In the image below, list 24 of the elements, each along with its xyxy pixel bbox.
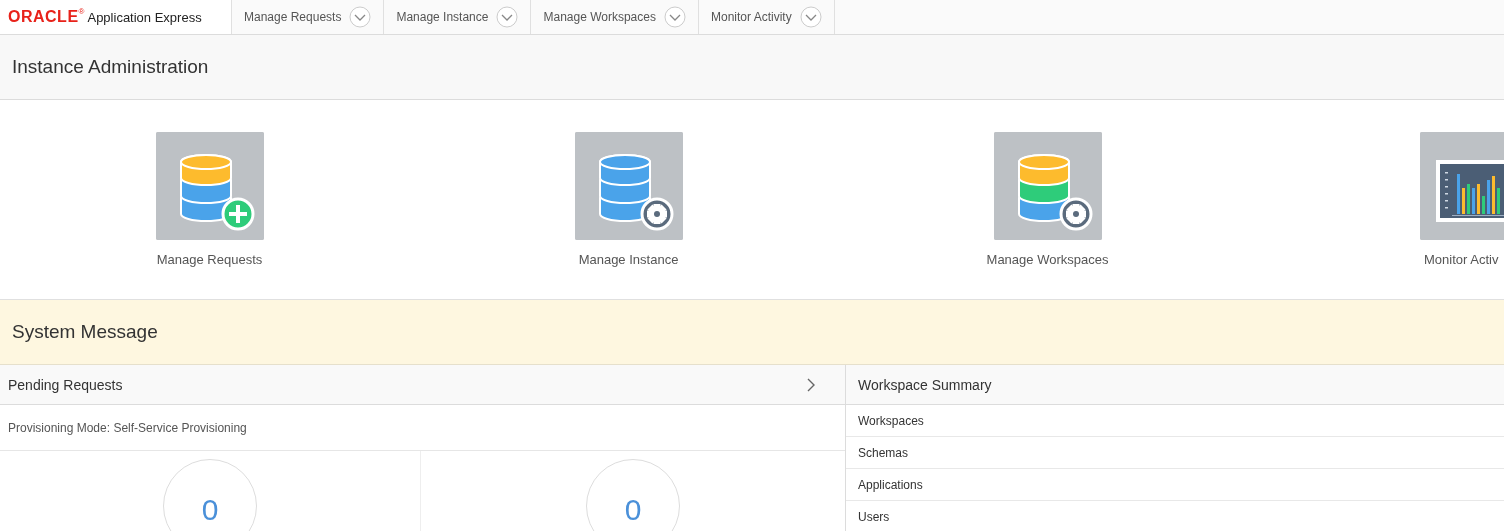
summary-row[interactable]: Schemas bbox=[846, 437, 1504, 469]
nav-menu-item[interactable]: Manage Instance bbox=[384, 0, 532, 34]
tile-link[interactable]: Monitor Activ bbox=[1424, 252, 1499, 267]
database-add-icon[interactable] bbox=[155, 132, 264, 240]
nav-menu-item[interactable]: Manage Workspaces bbox=[531, 0, 699, 34]
summary-row[interactable]: Workspaces bbox=[846, 405, 1504, 437]
tile-link[interactable]: Manage Requests bbox=[156, 252, 263, 267]
chevron-down-icon[interactable] bbox=[496, 6, 519, 28]
page-title: Instance Administration bbox=[0, 35, 1504, 100]
chevron-down-icon[interactable] bbox=[663, 6, 686, 28]
chevron-down-icon[interactable] bbox=[799, 6, 822, 28]
oracle-apex-logo[interactable]: ORACLE® Application Express bbox=[0, 0, 232, 34]
nav-menu-item[interactable]: Monitor Activity bbox=[698, 0, 835, 34]
provisioning-mode-text: Provisioning Mode: Self-Service Provisioning bbox=[0, 405, 845, 451]
nav-menu-item[interactable]: Manage Requests bbox=[232, 0, 385, 34]
panel-title: Workspace Summary bbox=[858, 376, 992, 393]
summary-row[interactable]: Users bbox=[846, 501, 1504, 531]
summary-row[interactable]: Applications bbox=[846, 469, 1504, 501]
bar-chart-monitor-icon[interactable] bbox=[1420, 132, 1504, 240]
chevron-down-icon[interactable] bbox=[349, 6, 372, 28]
panel-title: Pending Requests bbox=[8, 376, 123, 393]
tile-link[interactable]: Manage Instance bbox=[578, 252, 679, 267]
tile-link[interactable]: Manage Workspaces bbox=[986, 252, 1109, 267]
system-message-title: System Message bbox=[0, 300, 1504, 365]
